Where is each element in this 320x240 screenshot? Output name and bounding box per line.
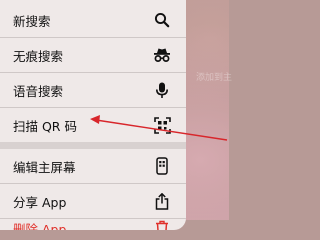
menu-item-label: 分享 App [13, 194, 67, 210]
menu-item-incognito-search[interactable]: 无痕搜索 [0, 38, 186, 72]
trash-icon [153, 219, 171, 230]
menu-item-label: 新搜索 [13, 13, 51, 29]
menu-item-label: 语音搜索 [13, 83, 64, 99]
menu-item-scan-qr[interactable]: 扫描 QR 码 [0, 108, 186, 142]
menu-item-voice-search[interactable]: 语音搜索 [0, 73, 186, 107]
menu-section-separator [0, 142, 186, 149]
menu-item-label: 扫描 QR 码 [13, 118, 77, 134]
menu-item-label: 删除 App [13, 221, 67, 231]
menu-item-label: 无痕搜索 [13, 48, 64, 64]
search-icon [153, 11, 171, 29]
menu-item-delete-app[interactable]: 删除 App [0, 211, 186, 230]
app-context-menu: 新搜索 无痕搜索 语音搜索 扫描 QR 码 编辑主屏幕 分享 App 删除 Ap… [0, 0, 186, 230]
share-icon [153, 192, 171, 210]
microphone-icon [153, 81, 171, 99]
menu-item-new-search[interactable]: 新搜索 [0, 3, 186, 37]
phone-screen-icon [153, 157, 171, 175]
qr-scan-icon [153, 116, 171, 134]
incognito-icon [153, 46, 171, 64]
menu-item-label: 编辑主屏幕 [13, 159, 76, 175]
background-app-label: 添加到主 [196, 73, 233, 83]
menu-item-edit-home-screen[interactable]: 编辑主屏幕 [0, 149, 186, 183]
